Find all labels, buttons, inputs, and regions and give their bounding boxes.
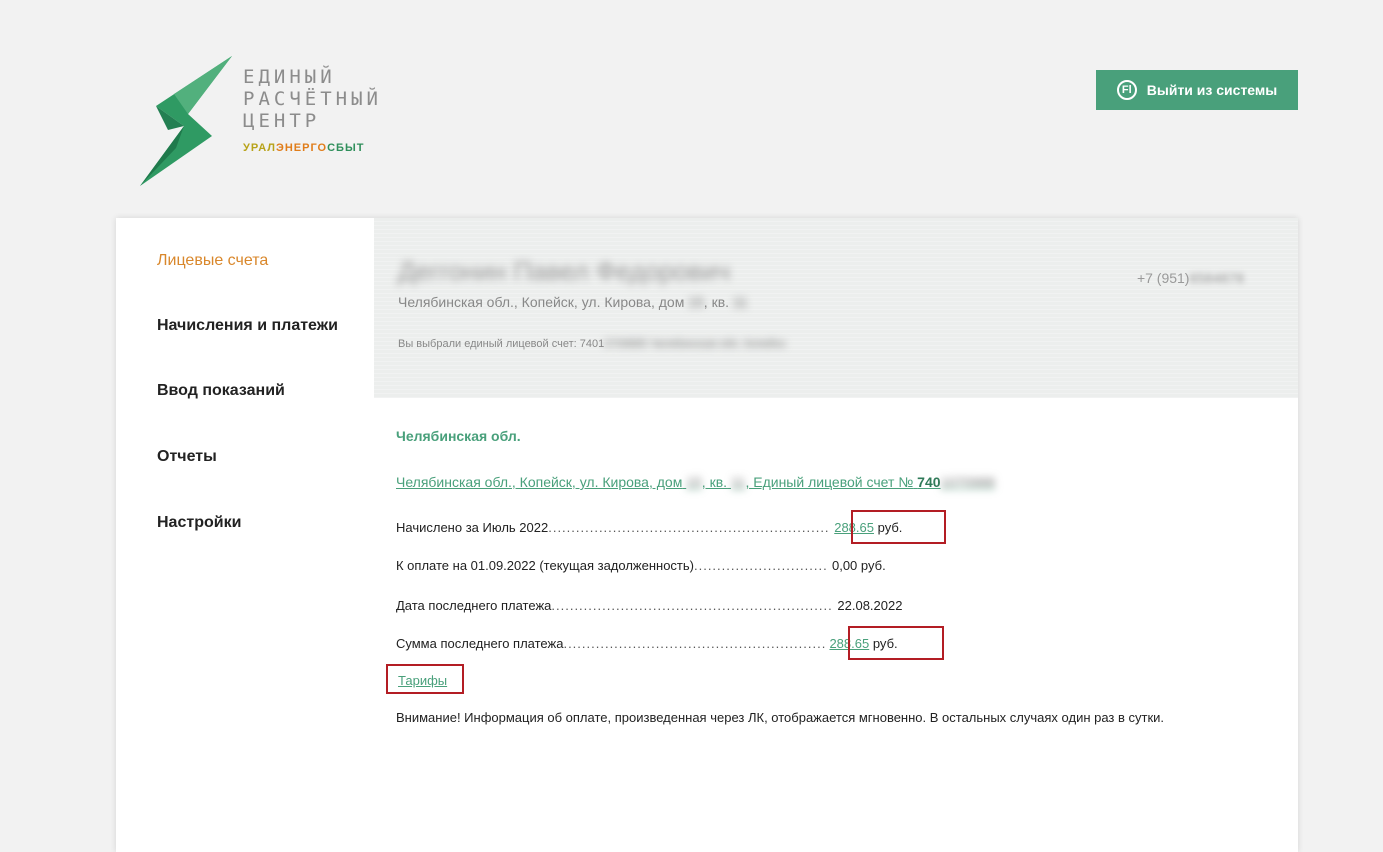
site-logo[interactable]: ЕДИНЫЙ РАСЧЁТНЫЙ ЦЕНТР УРАЛЭНЕРГОСБЫТ <box>128 52 428 192</box>
account-link-kv: 11 <box>730 474 746 490</box>
highlight-charged <box>851 510 946 544</box>
user-address: Челябинская обл., Копейск, ул. Кирова, д… <box>398 294 747 310</box>
account-link-kv-label: , кв. <box>701 474 728 490</box>
account-link-number-hidden: 1070988 <box>940 474 996 490</box>
selected-hidden: 0709885 Челябинская обл. Копейск <box>604 338 786 350</box>
sidebar-item-accounts[interactable]: Лицевые счета <box>157 252 268 270</box>
payment-notice: Внимание! Информация об оплате, произвед… <box>396 710 1165 725</box>
address-house: 15 <box>688 294 704 310</box>
last-payment-date-label: Дата последнего платежа <box>396 598 552 613</box>
last-payment-sum-row: Сумма последнего платежа ...............… <box>396 636 898 651</box>
phone-hidden: 6584878 <box>1189 270 1244 286</box>
address-kv-label: , кв. <box>703 294 730 310</box>
charged-label: Начислено за Июль 2022 <box>396 520 549 535</box>
logo-line-2: РАСЧЁТНЫЙ <box>243 88 382 110</box>
last-payment-sum-label: Сумма последнего платежа <box>396 636 564 651</box>
last-payment-date-row: Дата последнего платежа ................… <box>396 598 902 613</box>
logo-brand-part-3: СБЫТ <box>327 142 365 154</box>
account-link-house: 15 <box>686 474 702 490</box>
user-phone: +7 (951)6584878 <box>1137 270 1244 286</box>
logo-wordmark: ЕДИНЫЙ РАСЧЁТНЫЙ ЦЕНТР УРАЛЭНЕРГОСБЫТ <box>243 66 382 154</box>
sidebar-item-settings[interactable]: Настройки <box>157 514 241 532</box>
dot-leader: ........................................… <box>693 558 828 573</box>
logout-icon: Fl <box>1116 80 1137 100</box>
phone-prefix: +7 (951) <box>1136 270 1190 286</box>
sidebar-item-charges-payments[interactable]: Начисления и платежи <box>157 317 338 335</box>
region-title: Челябинская обл. <box>396 428 521 444</box>
logo-line-3: ЦЕНТР <box>243 110 321 132</box>
due-label: К оплате на 01.09.2022 (текущая задолжен… <box>396 558 694 573</box>
dot-leader: ........................................… <box>548 520 831 535</box>
logo-brand-part-2: ЭНЕРГО <box>276 142 328 154</box>
highlight-last-payment <box>848 626 944 660</box>
account-link[interactable]: Челябинская обл., Копейск, ул. Кирова, д… <box>396 474 995 490</box>
address-kv: 11 <box>732 294 748 310</box>
logo-brand-part-1: УРАЛ <box>243 142 277 154</box>
profile-header: Деггонин Павел Федорович +7 (951)6584878… <box>374 218 1298 398</box>
due-row: К оплате на 01.09.2022 (текущая задолжен… <box>396 558 886 573</box>
account-link-prefix: Челябинская обл., Копейск, ул. Кирова, д… <box>396 474 683 490</box>
dot-leader: ........................................… <box>563 636 825 651</box>
selected-prefix: Вы выбрали единый лицевой счет: 7401 <box>398 338 605 350</box>
sidebar-item-meter-readings[interactable]: Ввод показаний <box>157 382 285 400</box>
account-link-middle: , Единый лицевой счет № <box>745 474 914 490</box>
selected-account: Вы выбрали единый лицевой счет: 74010709… <box>398 338 785 350</box>
logo-line-1: ЕДИНЫЙ <box>243 66 336 88</box>
last-payment-date-value: 22.08.2022 <box>837 598 903 613</box>
user-name: Деггонин Павел Федорович <box>398 256 731 286</box>
highlight-tariffs <box>386 664 464 694</box>
charged-row: Начислено за Июль 2022 .................… <box>396 520 902 535</box>
logout-label: Выйти из системы <box>1146 82 1278 98</box>
sidebar-item-reports[interactable]: Отчеты <box>157 448 217 466</box>
lightning-bolt-logo-icon <box>140 56 232 186</box>
main-card: Лицевые счета Начисления и платежи Ввод … <box>116 218 1298 852</box>
sidebar: Лицевые счета Начисления и платежи Ввод … <box>116 218 374 852</box>
address-prefix: Челябинская обл., Копейск, ул. Кирова, д… <box>398 294 685 310</box>
dot-leader: ........................................… <box>551 598 834 613</box>
account-link-number: 740 <box>917 474 941 490</box>
logout-button[interactable]: Fl Выйти из системы <box>1096 70 1298 110</box>
logo-brand: УРАЛЭНЕРГОСБЫТ <box>243 142 382 154</box>
due-value: 0,00 руб. <box>831 558 886 573</box>
